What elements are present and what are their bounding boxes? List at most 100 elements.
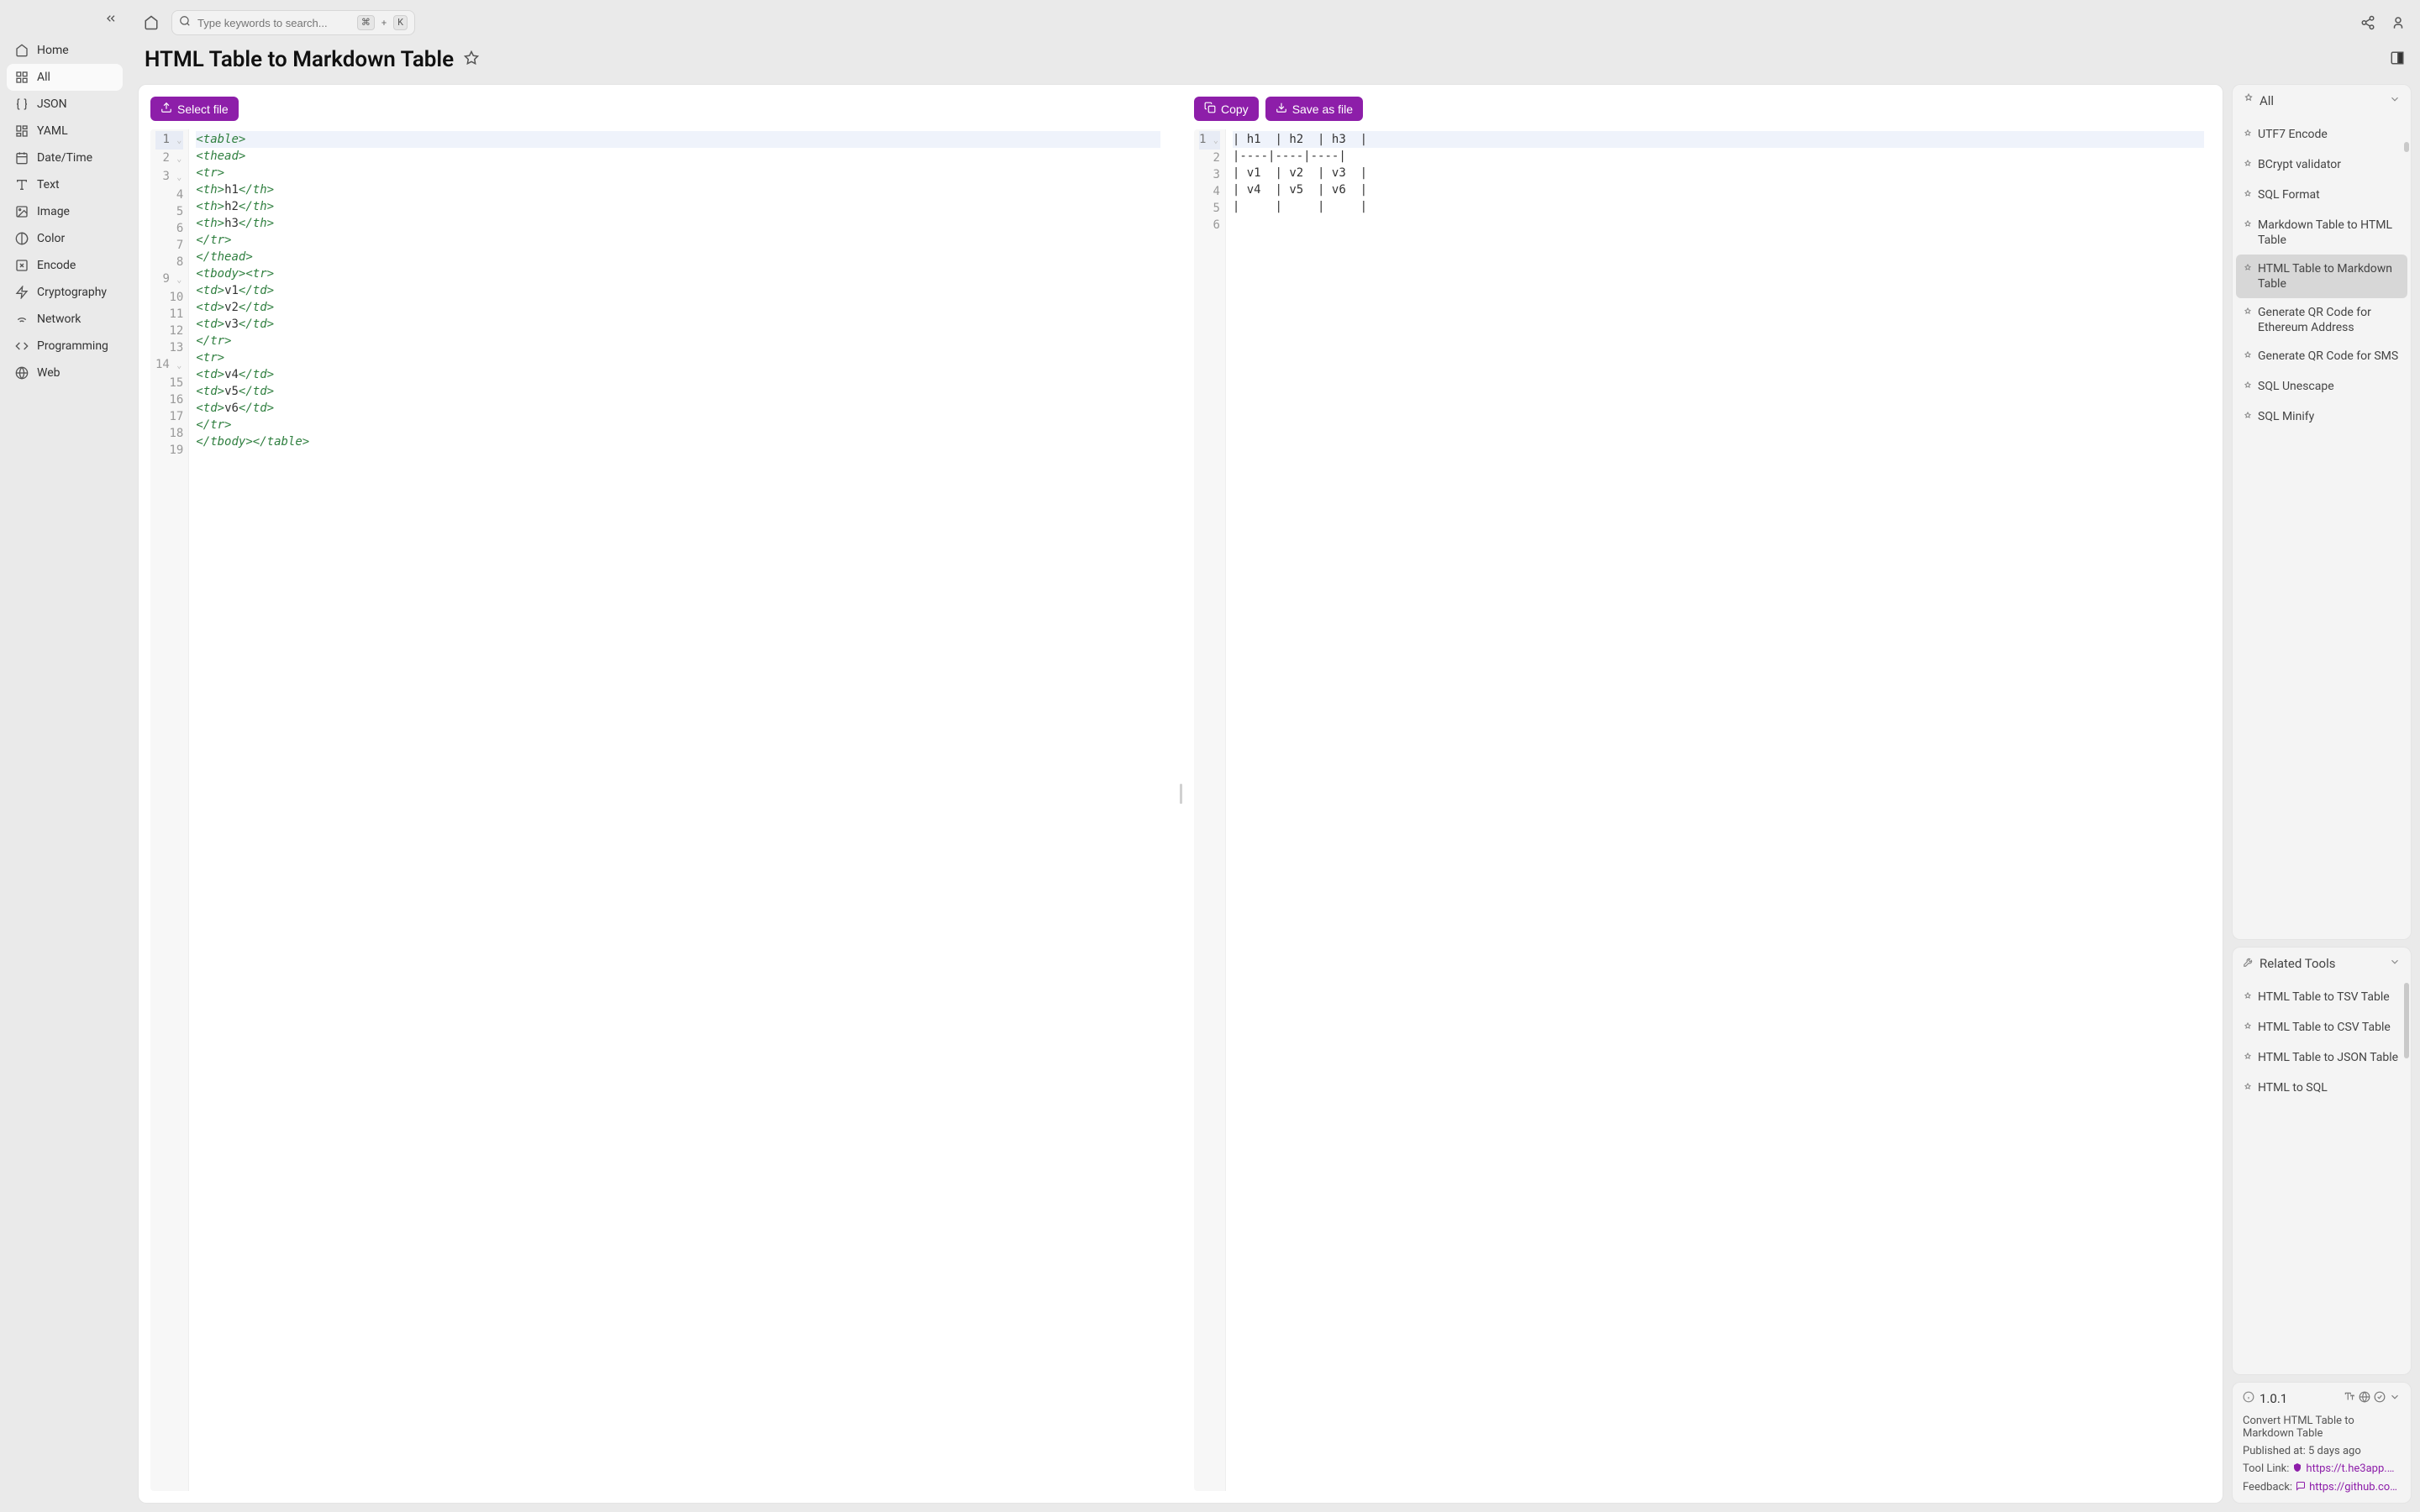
panel-item[interactable]: UTF7 Encode [2236, 120, 2407, 150]
editor-right[interactable]: 1 ⌄23456 | h1 | h2 | h3 ||----|----|----… [1194, 129, 2211, 1491]
tool-link[interactable]: https://t.he3app.co... [2306, 1462, 2398, 1476]
code-line[interactable]: <tr> [196, 349, 1160, 366]
code-line[interactable]: </tr> [196, 417, 1160, 433]
code-line[interactable]: <th>h2</th> [196, 198, 1160, 215]
panel-item[interactable]: HTML Table to TSV Table [2236, 983, 2407, 1013]
check-icon[interactable] [2374, 1391, 2386, 1406]
sidebar-item-color[interactable]: Color [7, 225, 123, 252]
sidebar-item-network[interactable]: Network [7, 306, 123, 333]
sidebar-item-image[interactable]: Image [7, 198, 123, 225]
editor-left-col: Select file 1 ⌄2 ⌄3 ⌄456789 ⌄1011121314 … [150, 97, 1167, 1491]
code-line[interactable]: <td>v5</td> [196, 383, 1160, 400]
sidebar-item-cryptography[interactable]: Cryptography [7, 279, 123, 306]
code-line[interactable]: |----|----|----| [1233, 148, 2204, 165]
panel-item[interactable]: Markdown Table to HTML Table [2236, 211, 2407, 255]
code-line[interactable]: </tbody></table> [196, 433, 1160, 450]
globe-icon[interactable] [2359, 1391, 2370, 1406]
chevron-down-icon[interactable] [2389, 1391, 2401, 1406]
code-line[interactable]: <tbody><tr> [196, 265, 1160, 282]
feedback-link[interactable]: https://github.com/... [2309, 1481, 2401, 1494]
sidebar-item-label: Network [37, 312, 81, 326]
fold-icon[interactable]: ⌄ [176, 361, 182, 370]
panel-item[interactable]: HTML Table to JSON Table [2236, 1043, 2407, 1074]
search-input-wrap[interactable]: ⌘ + K [171, 10, 415, 35]
sidebar-item-datetime[interactable]: Date/Time [7, 144, 123, 171]
sidebar-collapse-button[interactable] [7, 7, 123, 37]
panel-item[interactable]: SQL Format [2236, 181, 2407, 211]
code-line[interactable]: <tr> [196, 165, 1160, 181]
fold-icon[interactable]: ⌄ [176, 276, 182, 285]
code-line[interactable]: <td>v1</td> [196, 282, 1160, 299]
fold-icon[interactable]: ⌄ [176, 173, 182, 182]
tool-icon [2243, 93, 2254, 108]
panel-related-header[interactable]: Related Tools [2233, 948, 2411, 979]
sidebar-item-programming[interactable]: Programming [7, 333, 123, 360]
scrollbar-thumb[interactable] [2404, 983, 2409, 1058]
fold-icon[interactable]: ⌄ [176, 155, 182, 164]
code-line[interactable]: | v1 | v2 | v3 | [1233, 165, 2204, 181]
panel-item[interactable]: Generate QR Code for SMS [2236, 342, 2407, 372]
sidebar-item-all[interactable]: All [7, 64, 123, 91]
editor-left[interactable]: 1 ⌄2 ⌄3 ⌄456789 ⌄1011121314 ⌄1516171819 … [150, 129, 1167, 1491]
share-button[interactable] [2358, 13, 2378, 33]
line-number: 4 [1199, 183, 1220, 200]
code-line[interactable]: <th>h1</th> [196, 181, 1160, 198]
panel-item[interactable]: HTML Table to Markdown Table [2236, 255, 2407, 298]
code-line[interactable]: <th>h3</th> [196, 215, 1160, 232]
line-number: 7 [155, 237, 183, 254]
code-line[interactable]: | v4 | v5 | v6 | [1233, 181, 2204, 198]
sidebar-item-json[interactable]: JSON [7, 91, 123, 118]
code-left[interactable]: <table><thead><tr><th>h1</th><th>h2</th>… [189, 129, 1167, 1491]
code-line[interactable]: | | | | [1233, 198, 2204, 215]
code-line[interactable]: | h1 | h2 | h3 | [1233, 131, 2204, 148]
layout-toggle-button[interactable] [2390, 50, 2405, 70]
sidebar-item-home[interactable]: Home [7, 37, 123, 64]
search-input[interactable] [197, 17, 350, 29]
panel-item[interactable]: BCrypt validator [2236, 150, 2407, 181]
copy-button[interactable]: Copy [1194, 97, 1259, 121]
sidebar-item-text[interactable]: Text [7, 171, 123, 198]
code-line[interactable]: <td>v4</td> [196, 366, 1160, 383]
panel-all-header[interactable]: All [2233, 85, 2411, 117]
splitter[interactable] [1177, 97, 1184, 1491]
home-button[interactable] [141, 13, 161, 33]
panel-item[interactable]: SQL Unescape [2236, 372, 2407, 402]
panel-item[interactable]: SQL Minify [2236, 402, 2407, 433]
select-file-button[interactable]: Select file [150, 97, 239, 121]
panel-item[interactable]: HTML to SQL [2236, 1074, 2407, 1104]
sidebar-item-yaml[interactable]: YAML [7, 118, 123, 144]
code-line[interactable]: <td>v6</td> [196, 400, 1160, 417]
code-line[interactable]: </thead> [196, 249, 1160, 265]
scrollbar-thumb[interactable] [2404, 142, 2409, 152]
panel-item[interactable]: HTML Table to CSV Table [2236, 1013, 2407, 1043]
code-line[interactable]: <thead> [196, 148, 1160, 165]
text-size-icon[interactable] [2344, 1391, 2355, 1406]
code-line[interactable]: <table> [196, 131, 1160, 148]
published-label: Published at: [2243, 1445, 2306, 1457]
chevron-down-icon [2389, 956, 2401, 971]
code-line[interactable]: </tr> [196, 333, 1160, 349]
sidebar-item-encode[interactable]: Encode [7, 252, 123, 279]
version-text: 1.0.1 [2260, 1391, 2287, 1406]
chevron-down-icon [2389, 93, 2401, 108]
save-as-file-button[interactable]: Save as file [1265, 97, 1363, 121]
panel-item[interactable]: Generate QR Code for Ethereum Address [2236, 298, 2407, 342]
content-row: Select file 1 ⌄2 ⌄3 ⌄456789 ⌄1011121314 … [129, 84, 2420, 1512]
tool-icon [2243, 1021, 2253, 1037]
code-line[interactable]: <td>v2</td> [196, 299, 1160, 316]
star-icon[interactable] [464, 50, 479, 70]
user-button[interactable] [2388, 13, 2408, 33]
code-right[interactable]: | h1 | h2 | h3 ||----|----|----|| v1 | v… [1226, 129, 2211, 1491]
fold-icon[interactable]: ⌄ [1213, 136, 1218, 145]
bolt-icon [15, 286, 29, 299]
line-number: 17 [155, 408, 183, 425]
kbd-plus: + [381, 18, 387, 29]
fold-icon[interactable]: ⌄ [176, 136, 182, 145]
code-line[interactable]: <td>v3</td> [196, 316, 1160, 333]
panel-item-label: SQL Format [2258, 187, 2320, 202]
code-line[interactable]: </tr> [196, 232, 1160, 249]
sidebar-item-web[interactable]: Web [7, 360, 123, 386]
sidebar-item-label: All [37, 71, 50, 84]
panel-related-list[interactable]: HTML Table to TSV TableHTML Table to CSV… [2233, 979, 2411, 1107]
panel-all-list[interactable]: UTF7 EncodeBCrypt validator SQL Format Mar… [2233, 117, 2411, 436]
